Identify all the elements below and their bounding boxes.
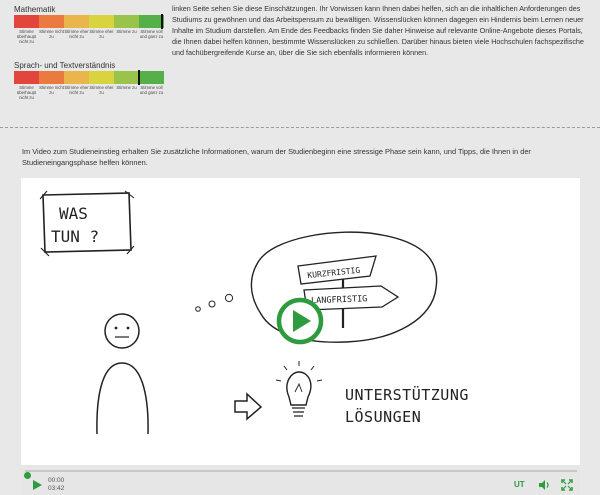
video-frame: WAS TUN ? KURZFRISTIG LANGFRISTIG UNTERS… bbox=[39, 190, 469, 435]
play-overlay-button[interactable] bbox=[276, 297, 324, 345]
rating-segment bbox=[89, 15, 114, 28]
scale-title: Sprach- und Textverständnis bbox=[14, 61, 116, 70]
time-display: 00:00 03:42 bbox=[48, 477, 64, 493]
scale-labels: Stimme überhaupt nicht zu Stimme nicht z… bbox=[14, 85, 164, 100]
scale-label: Stimme überhaupt nicht zu bbox=[16, 85, 37, 100]
rating-segment bbox=[39, 71, 64, 84]
scale-sprache: Sprach- und Textverständnis Stimme überh… bbox=[8, 60, 164, 100]
sign-line-2: TUN ? bbox=[51, 227, 99, 246]
rating-segment bbox=[114, 71, 139, 84]
fullscreen-icon[interactable] bbox=[561, 479, 573, 491]
video-text-support: UNTERSTÜTZUNG bbox=[345, 385, 469, 404]
scale-label: Stimme nicht zu bbox=[39, 29, 64, 39]
was-tun-sign: WAS TUN ? bbox=[39, 190, 135, 257]
section-divider bbox=[0, 127, 600, 128]
video-player[interactable]: WAS TUN ? KURZFRISTIG LANGFRISTIG UNTERS… bbox=[21, 178, 580, 495]
rating-bar bbox=[14, 14, 164, 29]
sign-long-term: LANGFRISTIG bbox=[311, 294, 368, 306]
time-total: 03:42 bbox=[48, 485, 65, 492]
scale-label: Stimme eher zu bbox=[89, 29, 114, 39]
arrow-right-icon bbox=[234, 392, 263, 421]
thought-dots bbox=[195, 293, 234, 312]
scale-label: Stimme voll und ganz zu bbox=[139, 85, 164, 95]
scale-label: Stimme nicht zu bbox=[39, 85, 64, 95]
video-text-solutions: LÖSUNGEN bbox=[345, 407, 421, 426]
volume-icon[interactable] bbox=[538, 479, 550, 491]
scale-label: Stimme eher nicht zu bbox=[64, 29, 89, 39]
scale-title: Mathematik bbox=[14, 5, 56, 14]
rating-segment bbox=[14, 71, 39, 84]
scale-label: Stimme zu bbox=[116, 85, 137, 90]
video-intro-text: Im Video zum Studieneinstieg erhalten Si… bbox=[22, 147, 531, 167]
scale-mathematik: Mathematik Stimme überhaupt nicht zu Sti… bbox=[8, 4, 164, 44]
scale-label: Stimme voll und ganz zu bbox=[139, 29, 164, 39]
scale-label: Stimme eher nicht zu bbox=[64, 85, 89, 95]
video-controls: 00:00 03:42 UT bbox=[21, 465, 580, 495]
play-button[interactable] bbox=[31, 479, 43, 491]
feedback-description: linken Seite sehen Sie diese Einschätzun… bbox=[172, 4, 584, 58]
rating-segment bbox=[39, 15, 64, 28]
rating-marker bbox=[160, 14, 163, 29]
scale-labels: Stimme überhaupt nicht zu Stimme nicht z… bbox=[14, 29, 164, 44]
scale-label: Stimme überhaupt nicht zu bbox=[16, 29, 37, 44]
rating-segment bbox=[139, 71, 164, 84]
rating-bar bbox=[14, 70, 164, 85]
play-icon bbox=[33, 480, 42, 490]
rating-segment bbox=[114, 15, 139, 28]
rating-segment bbox=[89, 71, 114, 84]
rating-segment bbox=[64, 71, 89, 84]
lightbulb-icon bbox=[275, 361, 323, 417]
subtitles-button[interactable]: UT bbox=[514, 480, 525, 490]
progress-handle[interactable] bbox=[24, 472, 31, 479]
progress-bar[interactable] bbox=[24, 470, 577, 479]
scale-label: Stimme zu bbox=[116, 29, 137, 34]
rating-segment bbox=[64, 15, 89, 28]
time-current: 00:00 bbox=[48, 477, 65, 484]
sign-line-1: WAS bbox=[59, 204, 88, 223]
person-figure bbox=[96, 313, 149, 435]
assessment-section: Mathematik Stimme überhaupt nicht zu Sti… bbox=[0, 0, 600, 125]
rating-marker bbox=[137, 70, 140, 85]
scale-label: Stimme eher zu bbox=[89, 85, 114, 95]
rating-segment bbox=[14, 15, 39, 28]
